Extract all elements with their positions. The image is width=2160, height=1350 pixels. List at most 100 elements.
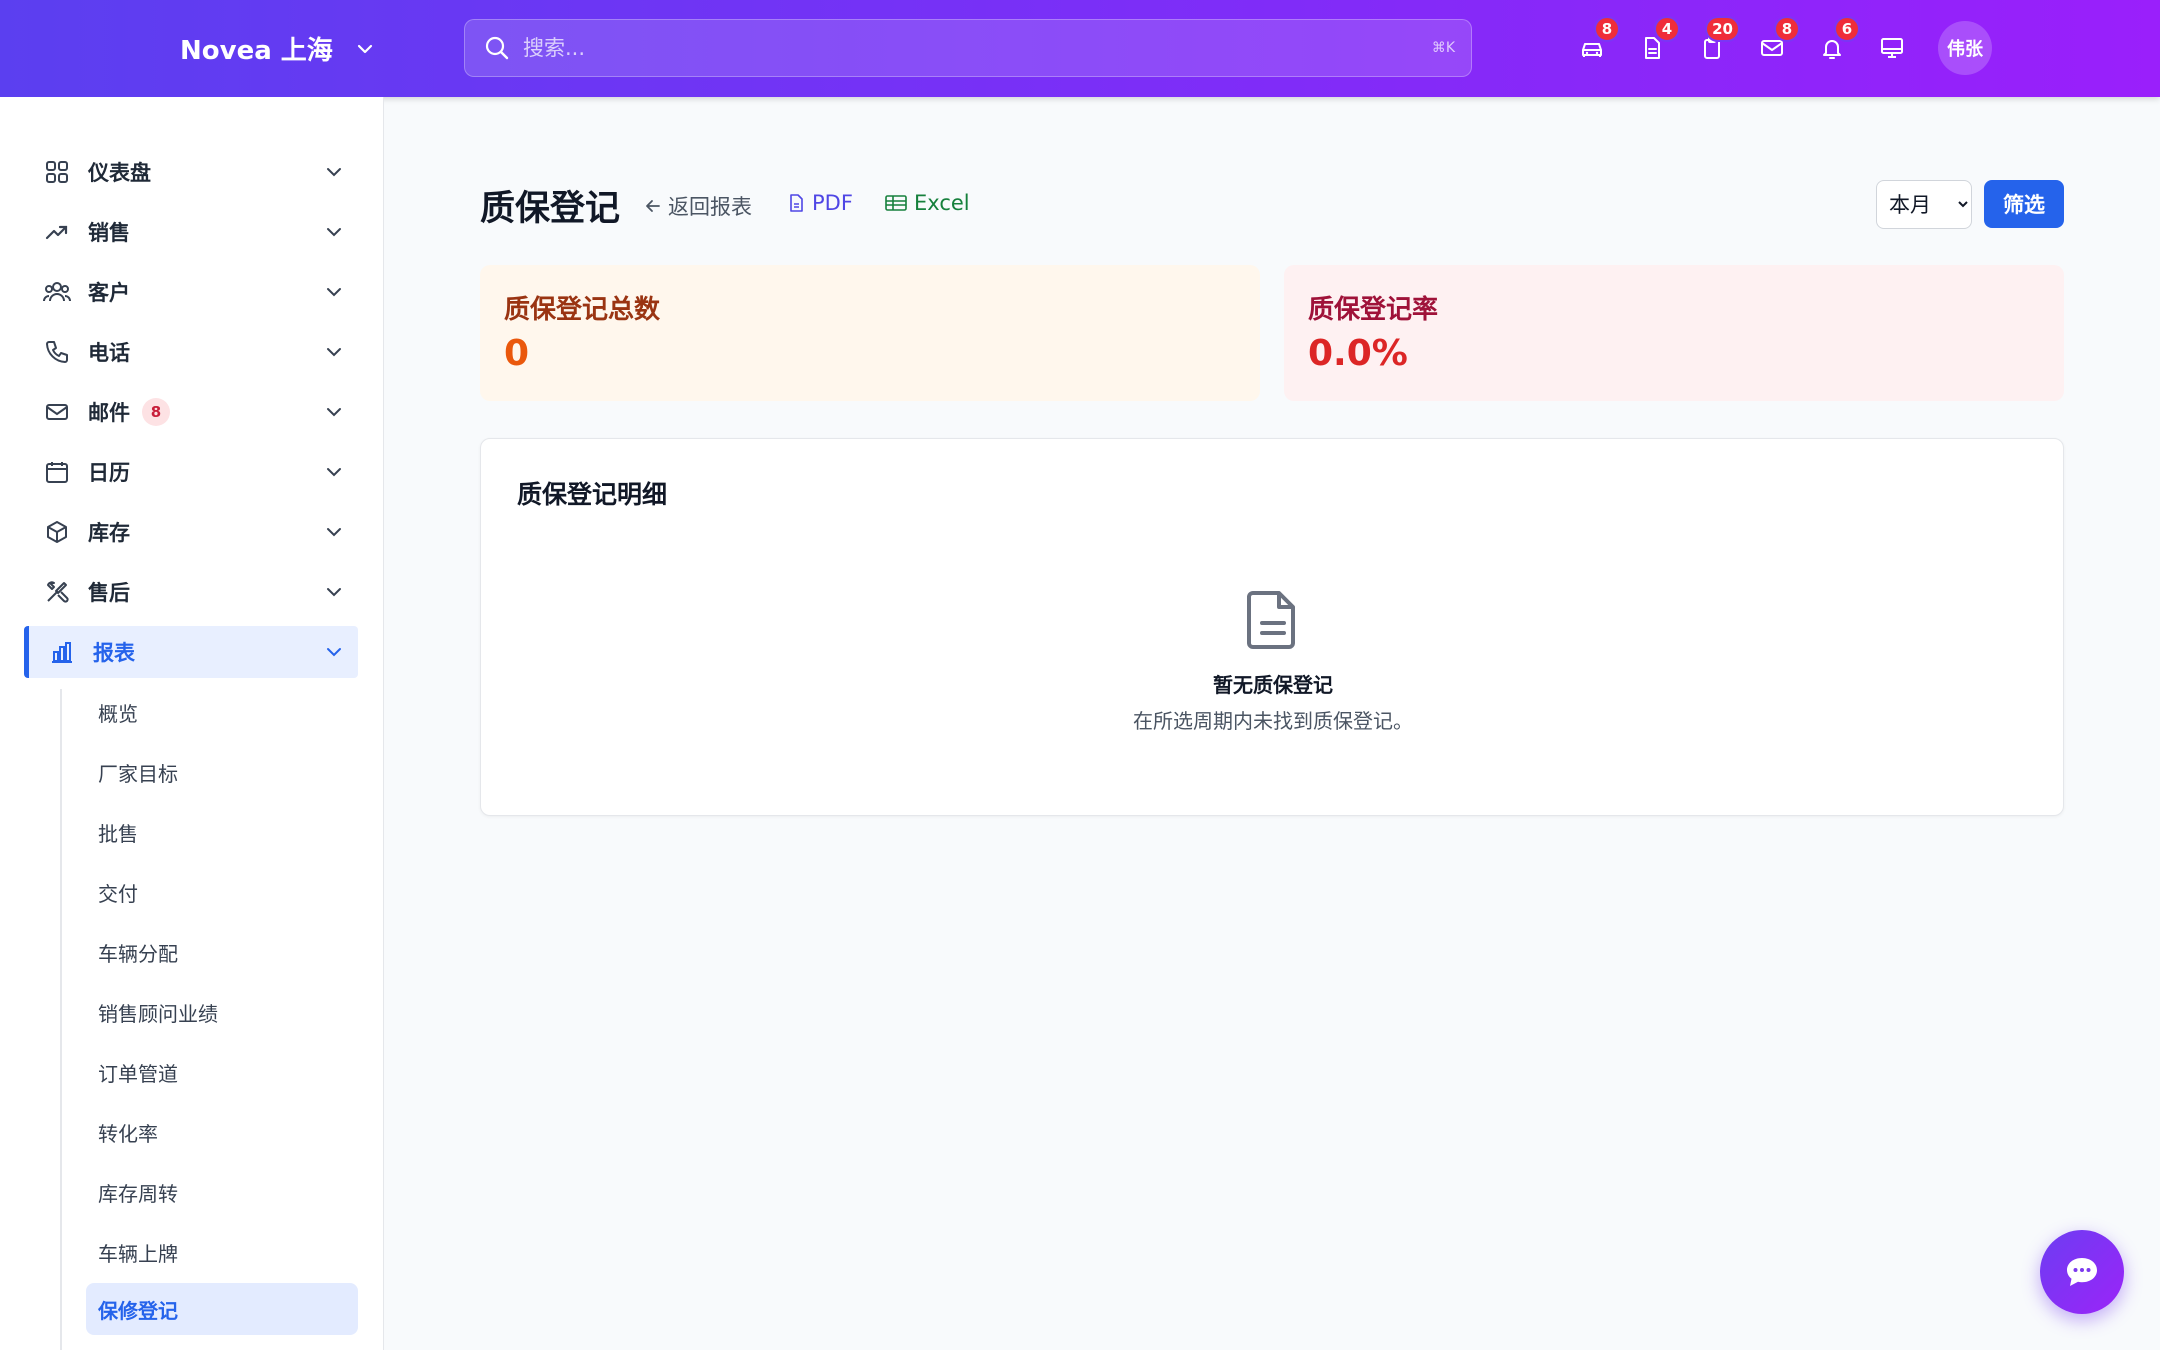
sidebar-item-sales[interactable]: 销售 [24, 206, 358, 258]
mail-button[interactable]: 8 [1750, 16, 1800, 70]
sidebar-item-dashboard[interactable]: 仪表盘 [24, 146, 358, 198]
sidebar-item-after-sales[interactable]: 售后 [24, 566, 358, 618]
stat-label: 质保登记率 [1308, 295, 1439, 325]
chevron-down-icon [327, 288, 341, 297]
empty-document-icon [1247, 591, 1295, 649]
clipboard-button[interactable]: 20 [1690, 16, 1740, 70]
calendar-icon [42, 457, 72, 487]
stat-card-rate: 质保登记率 0.0% [1284, 265, 2064, 401]
stat-value: 0.0% [1308, 333, 1408, 374]
sidebar-item-label: 邮件 [88, 401, 130, 425]
excel-export-link[interactable]: Excel [884, 191, 970, 215]
notifications-button[interactable]: 6 [1810, 16, 1860, 70]
spreadsheet-icon [885, 195, 907, 211]
chevron-down-icon [327, 408, 341, 417]
search-input[interactable] [523, 36, 1432, 60]
chat-bubble-icon [2067, 1258, 2097, 1286]
pdf-link-label: PDF [812, 191, 853, 215]
sidebar-subitem-conversion-rate[interactable]: 转化率 [86, 1106, 358, 1158]
avatar[interactable]: 伟张 [1938, 21, 1992, 75]
chevron-down-icon [327, 168, 341, 177]
mail-icon [42, 397, 72, 427]
pdf-export-link[interactable]: PDF [786, 191, 853, 215]
brand-switcher[interactable]: Novea 上海 [180, 30, 375, 67]
sidebar-subitem-label: 销售顾问业绩 [98, 1001, 218, 1026]
sidebar-subitem-label: 订单管道 [98, 1061, 178, 1086]
search-bar[interactable]: ⌘K [464, 19, 1472, 77]
back-link-label: 返回报表 [668, 195, 752, 219]
detail-card: 质保登记明细 暂无质保登记 在所选周期内未找到质保登记。 [480, 438, 2064, 816]
period-select[interactable]: 本月 [1876, 180, 1972, 229]
phone-icon [42, 337, 72, 367]
chevron-down-icon [327, 348, 341, 357]
sidebar-subitem-label: 概览 [98, 701, 138, 726]
document-badge: 4 [1654, 16, 1680, 42]
sidebar-item-label: 仪表盘 [88, 161, 151, 185]
mail-badge: 8 [1774, 16, 1800, 42]
chevron-down-icon [327, 228, 341, 237]
stat-label: 质保登记总数 [504, 295, 661, 325]
sidebar-subitem-wholesale[interactable]: 批售 [86, 806, 358, 858]
car-badge: 8 [1594, 16, 1620, 42]
sidebar-subitem-label: 保修登记 [98, 1298, 178, 1323]
chat-button[interactable] [2040, 1230, 2124, 1314]
sidebar-subitem-inventory-turnover[interactable]: 库存周转 [86, 1166, 358, 1218]
sidebar-item-label: 日历 [88, 461, 130, 485]
brand-name: Novea 上海 [180, 36, 333, 66]
chevron-down-icon [327, 588, 341, 597]
detail-card-title: 质保登记明细 [517, 480, 668, 509]
sidebar-subitem-vehicle-registration[interactable]: 车辆上牌 [86, 1226, 358, 1278]
pdf-file-icon [790, 194, 803, 212]
tools-icon [42, 577, 72, 607]
sidebar-item-customers[interactable]: 客户 [24, 266, 358, 318]
sidebar-subitem-vehicle-allocation[interactable]: 车辆分配 [86, 926, 358, 978]
sidebar-subitem-label: 车辆上牌 [98, 1241, 178, 1266]
sidebar-subitem-order-pipeline[interactable]: 订单管道 [86, 1046, 358, 1098]
chevron-down-icon [357, 44, 372, 53]
filter-button[interactable]: 筛选 [1984, 180, 2064, 228]
sidebar: 仪表盘 销售 客户 电话 邮件 8 日历 库存 售后 报表 概览 厂家目标 批售… [0, 97, 384, 1350]
submenu-guide-line [60, 689, 62, 1350]
arrow-left-icon [646, 200, 660, 212]
sidebar-item-reports[interactable]: 报表 [24, 626, 358, 678]
excel-link-label: Excel [914, 191, 970, 215]
chevron-down-icon [327, 468, 341, 477]
sidebar-item-calendar[interactable]: 日历 [24, 446, 358, 498]
sidebar-item-inventory[interactable]: 库存 [24, 506, 358, 558]
bar-chart-icon [47, 637, 77, 667]
sidebar-item-label: 电话 [88, 341, 130, 365]
mail-count-badge: 8 [142, 398, 170, 426]
sidebar-subitem-oem-targets[interactable]: 厂家目标 [86, 746, 358, 798]
sidebar-subitem-consultant-performance[interactable]: 销售顾问业绩 [86, 986, 358, 1038]
users-icon [42, 277, 72, 307]
sidebar-item-label: 客户 [88, 281, 130, 305]
page-title: 质保登记 [480, 189, 621, 229]
stat-value: 0 [504, 333, 530, 374]
sidebar-subitem-label: 库存周转 [98, 1181, 178, 1206]
back-to-reports-link[interactable]: 返回报表 [644, 191, 752, 221]
sidebar-subitem-delivery[interactable]: 交付 [86, 866, 358, 918]
sidebar-item-label: 报表 [93, 641, 135, 665]
monitor-button[interactable] [1870, 26, 1914, 70]
sidebar-item-label: 售后 [88, 581, 130, 605]
trend-icon [42, 217, 72, 247]
grid-icon [42, 157, 72, 187]
sidebar-item-mail[interactable]: 邮件 8 [24, 386, 358, 438]
sidebar-item-label: 库存 [88, 521, 130, 545]
sidebar-subitem-warranty-registration[interactable]: 保修登记 [86, 1283, 358, 1335]
car-button[interactable]: 8 [1570, 16, 1620, 70]
sidebar-item-label: 销售 [88, 221, 130, 245]
sidebar-subitem-label: 交付 [98, 881, 138, 906]
document-button[interactable]: 4 [1630, 16, 1680, 70]
search-shortcut: ⌘K [1431, 40, 1455, 56]
sidebar-item-phone[interactable]: 电话 [24, 326, 358, 378]
sidebar-subitem-overview[interactable]: 概览 [86, 686, 358, 738]
top-bar: Novea 上海 ⌘K 8 4 20 8 6 伟张 [0, 0, 2160, 97]
clipboard-badge: 20 [1705, 16, 1740, 42]
search-icon [485, 36, 509, 60]
stat-card-total: 质保登记总数 0 [480, 265, 1260, 401]
sidebar-subitem-label: 车辆分配 [98, 941, 178, 966]
box-icon [42, 517, 72, 547]
empty-state-title: 暂无质保登记 [1213, 673, 1333, 697]
sidebar-subitem-label: 转化率 [98, 1121, 158, 1146]
